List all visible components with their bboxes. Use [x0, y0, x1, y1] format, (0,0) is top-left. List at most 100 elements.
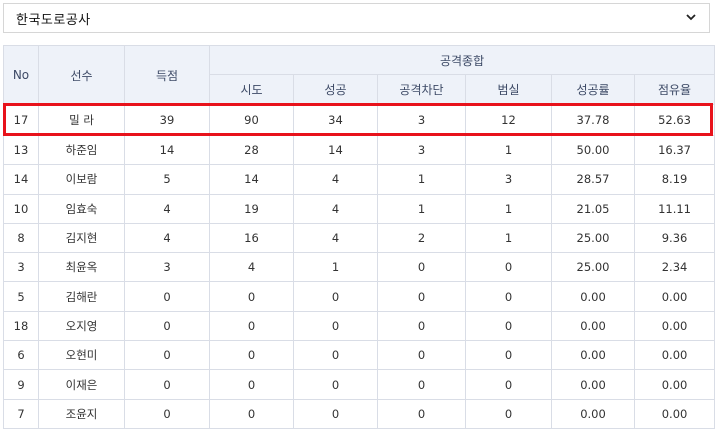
cell-no: 18 — [3, 310, 39, 342]
cell-share: 11.11 — [633, 193, 716, 224]
cell-attempts: 4 — [209, 252, 294, 283]
cell-attempts: 16 — [209, 222, 294, 254]
cell-attempts: 0 — [209, 281, 294, 312]
cell-score: 5 — [124, 164, 210, 195]
table-row: 13 하준임 14 28 14 3 1 50.00 16.37 — [3, 134, 716, 166]
team-select-value: 한국도로공사 — [16, 12, 91, 28]
cell-attempts: 0 — [209, 340, 294, 371]
cell-success-rate: 50.00 — [551, 134, 635, 166]
team-select-dropdown[interactable]: 한국도로공사 — [3, 3, 710, 33]
cell-success-rate: 0.00 — [551, 310, 635, 342]
cell-attempts: 0 — [209, 310, 294, 342]
cell-blocked: 0 — [377, 310, 466, 342]
cell-no: 7 — [3, 398, 39, 429]
cell-attempts: 0 — [209, 369, 294, 400]
header-share[interactable]: 점유율 — [633, 74, 716, 105]
cell-blocked: 0 — [377, 252, 466, 283]
header-success-rate[interactable]: 성공률 — [551, 74, 635, 105]
cell-score: 4 — [124, 222, 210, 254]
cell-blocked: 1 — [377, 193, 466, 224]
cell-player: 김해란 — [38, 281, 125, 312]
cell-blocked: 1 — [377, 164, 466, 195]
cell-success: 4 — [293, 193, 378, 224]
cell-attempts: 0 — [209, 398, 294, 429]
header-success[interactable]: 성공 — [293, 74, 378, 105]
cell-success-rate: 0.00 — [551, 398, 635, 429]
cell-score: 0 — [124, 398, 210, 429]
cell-errors: 0 — [465, 369, 552, 400]
cell-no: 9 — [3, 369, 39, 400]
cell-errors: 0 — [465, 340, 552, 371]
header-attempts[interactable]: 시도 — [209, 74, 294, 105]
cell-share: 0.00 — [633, 281, 716, 312]
cell-blocked: 2 — [377, 222, 466, 254]
cell-errors: 3 — [465, 164, 552, 195]
cell-success: 0 — [293, 398, 378, 429]
cell-score: 3 — [124, 252, 210, 283]
cell-blocked: 0 — [377, 281, 466, 312]
table-row: 8 김지현 4 16 4 2 1 25.00 9.36 — [3, 222, 716, 254]
cell-score: 4 — [124, 193, 210, 224]
cell-player: 밀 라 — [38, 104, 125, 136]
cell-share: 2.34 — [633, 252, 716, 283]
cell-errors: 0 — [465, 398, 552, 429]
cell-success-rate: 25.00 — [551, 222, 635, 254]
table-row: 17 밀 라 39 90 34 3 12 37.78 52.63 — [3, 104, 716, 136]
header-no[interactable]: No — [3, 45, 39, 105]
table-row: 9 이재은 0 0 0 0 0 0.00 0.00 — [3, 369, 716, 400]
cell-success-rate: 0.00 — [551, 369, 635, 400]
cell-share: 8.19 — [633, 164, 716, 195]
cell-player: 임효숙 — [38, 193, 125, 224]
cell-score: 0 — [124, 281, 210, 312]
cell-share: 0.00 — [633, 398, 716, 429]
attack-stats-table: No 선수 득점 공격종합 시도 성공 공격차단 범실 성공률 점유율 17 밀 … — [3, 45, 716, 429]
cell-no: 13 — [3, 134, 39, 166]
table-row: 3 최윤옥 3 4 1 0 0 25.00 2.34 — [3, 252, 716, 283]
cell-errors: 0 — [465, 252, 552, 283]
cell-share: 16.37 — [633, 134, 716, 166]
cell-attempts: 28 — [209, 134, 294, 166]
cell-score: 14 — [124, 134, 210, 166]
table-row: 10 임효숙 4 19 4 1 1 21.05 11.11 — [3, 193, 716, 224]
cell-attempts: 19 — [209, 193, 294, 224]
cell-success: 0 — [293, 340, 378, 371]
cell-share: 9.36 — [633, 222, 716, 254]
cell-success: 0 — [293, 281, 378, 312]
cell-success-rate: 0.00 — [551, 281, 635, 312]
cell-share: 52.63 — [633, 104, 716, 136]
header-score[interactable]: 득점 — [124, 45, 210, 105]
header-errors[interactable]: 범실 — [465, 74, 552, 105]
cell-errors: 0 — [465, 281, 552, 312]
table-body: 17 밀 라 39 90 34 3 12 37.78 52.63 13 하준임 14 28 14 3 1 50.… — [3, 104, 716, 429]
cell-blocked: 0 — [377, 398, 466, 429]
table-row: 6 오현미 0 0 0 0 0 0.00 0.00 — [3, 340, 716, 371]
table-row: 7 조윤지 0 0 0 0 0 0.00 0.00 — [3, 398, 716, 429]
cell-player: 이보람 — [38, 164, 125, 195]
cell-errors: 1 — [465, 222, 552, 254]
header-player[interactable]: 선수 — [38, 45, 125, 105]
cell-player: 오현미 — [38, 340, 125, 371]
cell-player: 이재은 — [38, 369, 125, 400]
cell-success-rate: 0.00 — [551, 340, 635, 371]
cell-score: 0 — [124, 340, 210, 371]
cell-score: 0 — [124, 310, 210, 342]
cell-no: 14 — [3, 164, 39, 195]
cell-no: 17 — [3, 104, 39, 136]
table-row: 14 이보람 5 14 4 1 3 28.57 8.19 — [3, 164, 716, 195]
cell-attempts: 90 — [209, 104, 294, 136]
header-blocked[interactable]: 공격차단 — [377, 74, 466, 105]
cell-success: 4 — [293, 164, 378, 195]
cell-blocked: 0 — [377, 340, 466, 371]
cell-success: 14 — [293, 134, 378, 166]
cell-success-rate: 37.78 — [551, 104, 635, 136]
cell-errors: 12 — [465, 104, 552, 136]
cell-no: 3 — [3, 252, 39, 283]
cell-score: 0 — [124, 369, 210, 400]
cell-no: 8 — [3, 222, 39, 254]
table-row: 18 오지영 0 0 0 0 0 0.00 0.00 — [3, 310, 716, 342]
cell-blocked: 3 — [377, 104, 466, 136]
cell-no: 10 — [3, 193, 39, 224]
cell-success: 0 — [293, 369, 378, 400]
cell-no: 6 — [3, 340, 39, 371]
cell-success: 0 — [293, 310, 378, 342]
